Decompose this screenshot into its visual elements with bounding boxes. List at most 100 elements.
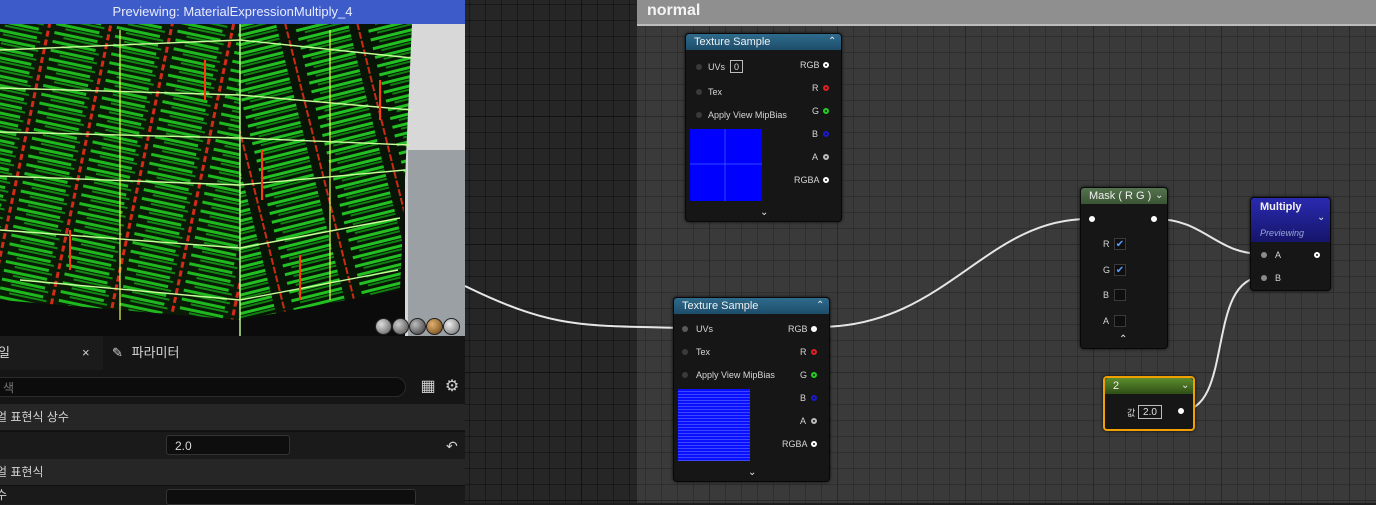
a-pin-label: A	[812, 152, 819, 162]
b-output-pin[interactable]	[811, 395, 817, 401]
table-icon[interactable]: ▦	[419, 378, 437, 396]
property-label: 수	[0, 488, 8, 502]
tab-details[interactable]: 일 ×	[0, 336, 103, 370]
b-pin-label: B	[1275, 273, 1282, 283]
cube-preview-icon[interactable]	[426, 318, 443, 335]
constant-node[interactable]: 2 ⌄ 값 2.0	[1103, 376, 1195, 431]
mask-output-pin[interactable]	[1151, 216, 1157, 222]
a-pin-label: A	[800, 416, 807, 426]
constant-output-pin[interactable]	[1178, 408, 1184, 414]
component-mask-node[interactable]: Mask ( R G ) ⌄ R ✔ G ✔ B A ⌃	[1080, 187, 1168, 349]
search-input[interactable]: 색	[0, 377, 406, 397]
rgba-output-pin[interactable]	[811, 441, 817, 447]
node-title[interactable]: 2	[1105, 378, 1193, 394]
channel-label-g: G	[1103, 265, 1111, 275]
collapse-icon[interactable]: ⌃	[1119, 332, 1127, 348]
texture-sample-node[interactable]: Texture Sample ⌃ UVs Tex Apply View MipB…	[673, 297, 830, 482]
wire-layer	[465, 218, 1264, 412]
uvs-input-pin[interactable]	[696, 64, 702, 70]
rgb-pin-label: RGB	[800, 60, 820, 70]
rgb-output-pin[interactable]	[811, 326, 817, 332]
category-header[interactable]: 얼 표현식	[0, 459, 465, 485]
b-input-pin[interactable]	[1261, 275, 1267, 281]
node-title[interactable]: Texture Sample	[674, 298, 829, 314]
wire-rgb-to-mask	[818, 218, 1089, 328]
channel-checkbox-a[interactable]	[1114, 315, 1126, 327]
rgba-pin-label: RGBA	[782, 439, 808, 449]
r-output-pin[interactable]	[811, 349, 817, 355]
b-output-pin[interactable]	[823, 131, 829, 137]
multiply-output-pin[interactable]	[1314, 252, 1320, 258]
uv-index-field[interactable]: 0	[730, 60, 743, 73]
channel-checkbox-g[interactable]: ✔	[1114, 264, 1126, 276]
channel-checkbox-b[interactable]	[1114, 289, 1126, 301]
expand-icon[interactable]: ⌄	[760, 205, 768, 221]
preview-title: Previewing: MaterialExpressionMultiply_4	[0, 0, 465, 24]
r-pin-label: R	[800, 347, 807, 357]
property-row: 수	[0, 485, 465, 505]
chevron-down-icon[interactable]: ⌄	[1317, 210, 1325, 226]
wire-offscreen-to-uvs	[465, 285, 680, 329]
cylinder-preview-icon[interactable]	[392, 318, 409, 335]
g-pin-label: G	[800, 370, 808, 380]
multiply-node[interactable]: Multiply Previewing ⌄ A B	[1250, 197, 1331, 291]
close-icon[interactable]: ×	[82, 336, 90, 370]
mask-input-pin[interactable]	[1089, 216, 1095, 222]
texture-thumbnail	[690, 129, 762, 201]
wire-mask-to-multiply-a	[1154, 218, 1264, 255]
category-label: 얼 표현식	[0, 465, 44, 479]
channel-label-a: A	[1103, 316, 1110, 326]
collapse-icon[interactable]: ⌃	[816, 298, 824, 314]
a-pin-label: A	[1275, 250, 1282, 260]
texture-sample-node[interactable]: Texture Sample ⌃ UVs 0 Tex Apply View Mi…	[685, 33, 842, 222]
rgb-output-pin[interactable]	[823, 62, 829, 68]
b-pin-label: B	[800, 393, 807, 403]
category-header[interactable]: 얼 표현식 상수	[0, 404, 465, 430]
material-graph-canvas[interactable]: normal Texture Sample ⌃ UVs 0 Tex Apply …	[465, 0, 1376, 503]
sphere-preview-icon[interactable]	[375, 318, 392, 335]
preview-render	[0, 0, 465, 336]
tex-input-pin[interactable]	[682, 349, 688, 355]
multiply-header[interactable]: Multiply Previewing ⌄	[1251, 198, 1330, 242]
details-panel: 일 × ✎ 파라미터 색 ▦ ⚙ 얼 표현식 상수 2.0 ↶ 얼 표현식 수	[0, 336, 465, 505]
rgb-pin-label: RGB	[788, 324, 808, 334]
value-field[interactable]: 2.0	[166, 435, 290, 455]
plane-preview-icon[interactable]	[409, 318, 426, 335]
texture-thumbnail	[678, 389, 750, 461]
a-input-pin[interactable]	[1261, 252, 1267, 258]
rgba-pin-label: RGBA	[794, 175, 820, 185]
a-output-pin[interactable]	[811, 418, 817, 424]
uvs-pin-label: UVs	[708, 62, 726, 72]
channel-checkbox-r[interactable]: ✔	[1114, 238, 1126, 250]
tex-input-pin[interactable]	[696, 89, 702, 95]
tab-parameters[interactable]: ✎ 파라미터	[112, 336, 222, 370]
r-pin-label: R	[812, 83, 819, 93]
tab-details-label: 일	[0, 345, 10, 360]
material-preview-viewport[interactable]: Previewing: MaterialExpressionMultiply_4	[0, 0, 465, 336]
channel-label-b: B	[1103, 290, 1110, 300]
constant-value-field[interactable]: 2.0	[1138, 405, 1162, 419]
tex-pin-label: Tex	[696, 347, 711, 357]
mipbias-input-pin[interactable]	[696, 112, 702, 118]
property-row: 2.0 ↶	[0, 431, 465, 460]
rgba-output-pin[interactable]	[823, 177, 829, 183]
g-pin-label: G	[812, 106, 820, 116]
g-output-pin[interactable]	[823, 108, 829, 114]
g-output-pin[interactable]	[811, 372, 817, 378]
search-placeholder: 색	[3, 381, 15, 395]
expand-icon[interactable]: ⌄	[748, 465, 756, 481]
gear-icon[interactable]: ⚙	[443, 378, 461, 396]
collapse-icon[interactable]: ⌃	[828, 34, 836, 50]
tab-parameters-label: 파라미터	[131, 345, 180, 360]
channel-label-r: R	[1103, 239, 1110, 249]
teapot-preview-icon[interactable]	[443, 318, 460, 335]
mipbias-input-pin[interactable]	[682, 372, 688, 378]
reset-icon[interactable]: ↶	[446, 432, 458, 460]
chevron-down-icon[interactable]: ⌄	[1181, 378, 1189, 394]
uvs-input-pin[interactable]	[682, 326, 688, 332]
chevron-down-icon[interactable]: ⌄	[1155, 188, 1163, 204]
node-title[interactable]: Texture Sample	[686, 34, 841, 50]
a-output-pin[interactable]	[823, 154, 829, 160]
mipbias-pin-label: Apply View MipBias	[696, 370, 775, 380]
r-output-pin[interactable]	[823, 85, 829, 91]
